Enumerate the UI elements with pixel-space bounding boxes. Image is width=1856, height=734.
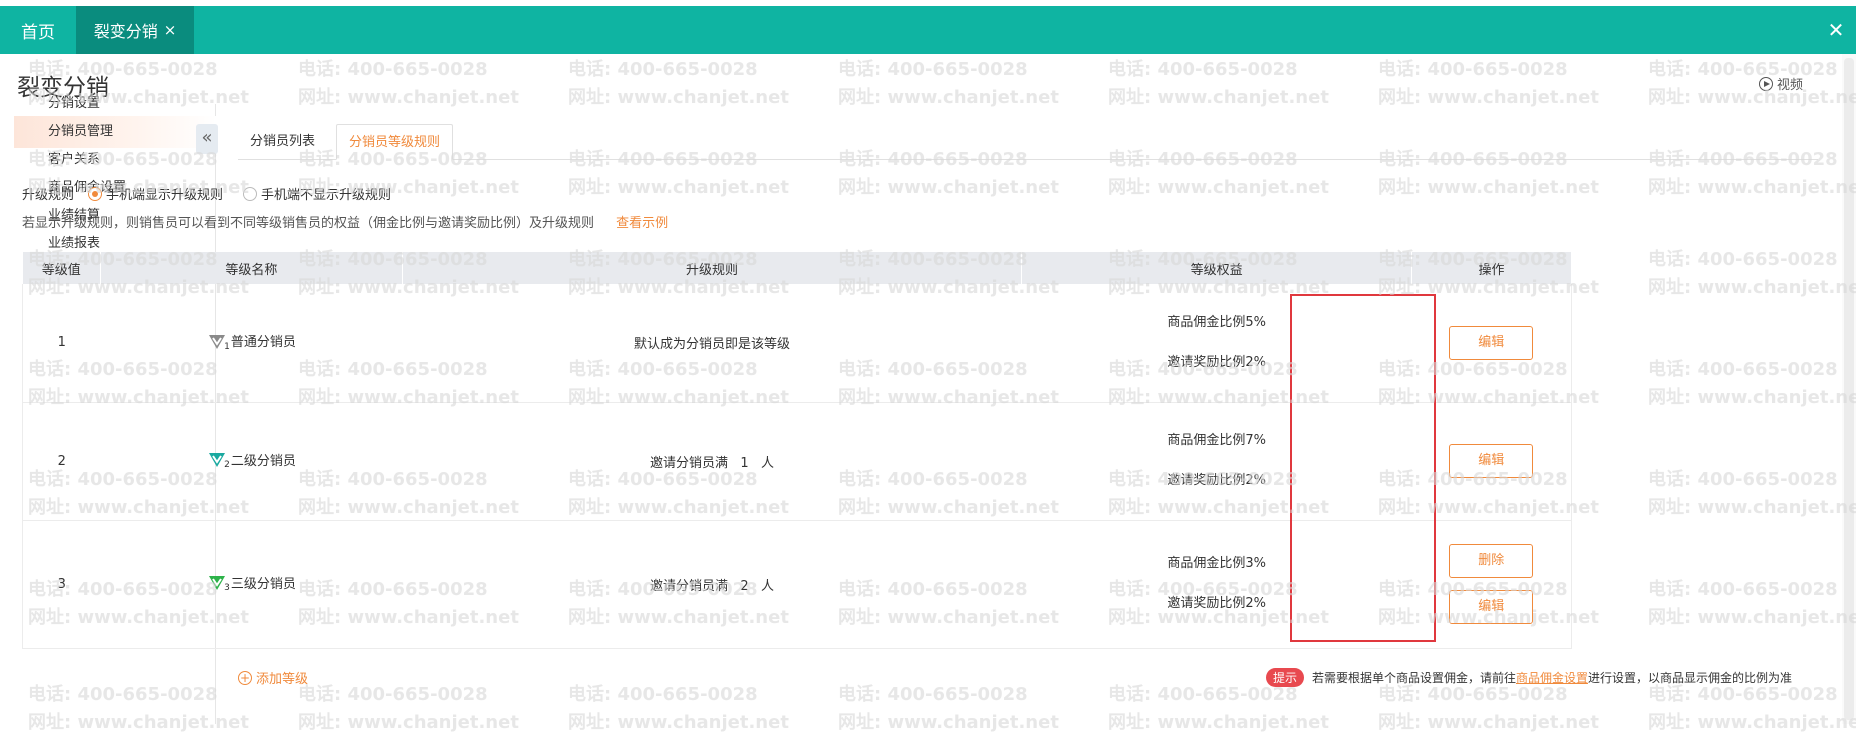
cell-level: 1 [22, 284, 101, 403]
th-name: 等级名称 [100, 252, 403, 284]
radio-unchecked-icon[interactable] [243, 186, 258, 201]
tab-level-rules[interactable]: 分销员等级规则 [336, 124, 454, 160]
cell-name: 2 二级分销员 [100, 402, 403, 521]
th-actions: 操作 [1411, 252, 1572, 284]
add-level-button[interactable]: + 添加等级 [238, 668, 308, 687]
badge-sub: 2 [224, 460, 230, 470]
level-name: 三级分销员 [230, 576, 296, 592]
tab-fission-distribution[interactable]: 裂变分销 × [76, 6, 194, 54]
video-label: 视频 [1776, 78, 1803, 93]
radio-show-rules[interactable]: 手机端显示升级规则 [88, 184, 223, 203]
watermark-text: 电话: 400-665-0028 [1648, 59, 1838, 80]
tab-bar: 分销员列表 分销员等级规则 [238, 124, 1818, 160]
level-name: 普通分销员 [230, 335, 296, 351]
cell-name: 3 三级分销员 [100, 520, 403, 649]
play-circle-icon [1758, 76, 1773, 91]
th-benefit: 等级权益 [1021, 252, 1413, 284]
upgrade-hint: 若显示升级规则，则销售员可以看到不同等级销售员的权益（佣金比例与邀请奖励比例）及… [22, 212, 668, 231]
plus-circle-icon: + [238, 670, 252, 685]
edit-button[interactable]: 编辑 [1449, 590, 1534, 624]
radio-hide-rules[interactable]: 手机端不显示升级规则 [243, 184, 391, 203]
upgrade-rule-label: 升级规则 [22, 188, 75, 203]
tip-text-after: 进行设置，以商品显示佣金的比例为准 [1587, 671, 1792, 685]
cell-rule: 默认成为分销员即是该等级 [402, 284, 1022, 403]
radio-hide-label: 手机端不显示升级规则 [261, 188, 392, 203]
cell-name: 1 普通分销员 [100, 284, 403, 403]
scrollbar-thumb[interactable] [1844, 58, 1854, 720]
badge-sub: 3 [224, 583, 230, 593]
cell-level: 2 [22, 402, 101, 521]
tab-distributor-list[interactable]: 分销员列表 [238, 124, 327, 160]
watermark-text: 电话: 400-665-0028 [1378, 59, 1568, 80]
level-badge-icon: 2 [207, 449, 230, 470]
level-badge-icon: 1 [207, 331, 230, 352]
level-badge-icon: 3 [207, 572, 230, 593]
window-close-icon[interactable]: ✕ [1824, 18, 1848, 42]
badge-sub: 1 [224, 341, 230, 352]
top-navigation-bar: 首页 裂变分销 × ✕ [0, 6, 1856, 54]
watermark-text: 电话: 400-665-0028 [838, 59, 1028, 80]
cell-level: 3 [22, 520, 101, 649]
watermark-text: 电话: 400-665-0028 [1108, 59, 1298, 80]
upgrade-rule-row: 升级规则 手机端显示升级规则 手机端不显示升级规则 [22, 184, 391, 203]
delete-button[interactable]: 删除 [1449, 544, 1534, 578]
tab-label: 裂变分销 [93, 22, 158, 41]
cell-rule: 邀请分销员满 1 人 [402, 402, 1022, 521]
tip-text-before: 若需要根据单个商品设置佣金，请前往 [1311, 671, 1516, 685]
level-name: 二级分销员 [230, 453, 296, 469]
tip-row: 提示 若需要根据单个商品设置佣金，请前往商品佣金设置进行设置，以商品显示佣金的比… [1265, 668, 1792, 687]
edit-button[interactable]: 编辑 [1449, 325, 1534, 360]
hint-text: 若显示升级规则，则销售员可以看到不同等级销售员的权益（佣金比例与邀请奖励比例）及… [22, 216, 595, 231]
product-commission-link[interactable]: 商品佣金设置 [1516, 671, 1588, 685]
tab-home[interactable]: 首页 [0, 6, 76, 54]
sidebar-collapse-icon[interactable]: « [196, 124, 218, 154]
th-level: 等级值 [22, 252, 101, 284]
edit-button[interactable]: 编辑 [1449, 444, 1534, 478]
watermark-text: 电话: 400-665-0028 [568, 59, 758, 80]
radio-checked-icon[interactable] [88, 186, 103, 201]
cell-rule: 邀请分销员满 2 人 [402, 520, 1022, 649]
watermark-text: 电话: 400-665-0028 [298, 59, 488, 80]
th-rule: 升级规则 [402, 252, 1023, 284]
tip-badge: 提示 [1265, 668, 1304, 687]
radio-show-label: 手机端显示升级规则 [106, 188, 224, 203]
view-example-link[interactable]: 查看示例 [616, 216, 668, 231]
tab-close-icon[interactable]: × [164, 21, 177, 39]
highlight-box [1290, 294, 1436, 642]
table-header-row: 等级值 等级名称 升级规则 等级权益 操作 [22, 252, 1572, 284]
add-level-label: 添加等级 [256, 672, 309, 687]
video-button[interactable]: 视频 [1758, 74, 1803, 93]
